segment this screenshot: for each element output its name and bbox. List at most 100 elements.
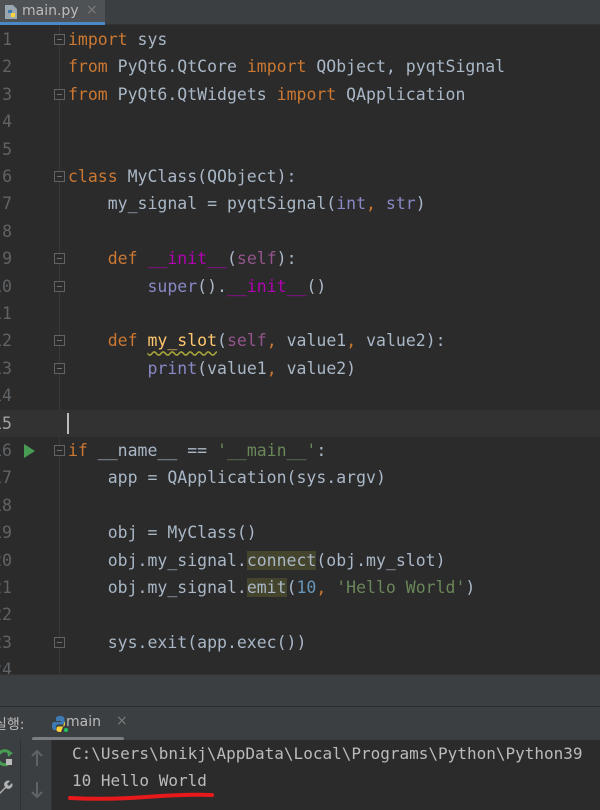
wrench-icon[interactable] xyxy=(0,778,14,796)
code-text: class MyClass(QObject): xyxy=(68,163,296,190)
run-tool-window-header: 실행: main × xyxy=(0,706,600,741)
code-text: app = QApplication(sys.argv) xyxy=(68,464,386,491)
code-text: obj.my_signal.connect(obj.my_slot) xyxy=(68,547,446,574)
line-number: 17 xyxy=(0,468,12,488)
code-line[interactable]: 19 obj = MyClass() xyxy=(0,519,600,546)
code-line[interactable]: 18 xyxy=(0,492,600,519)
code-line[interactable]: 1 import sys xyxy=(0,26,600,53)
code-line[interactable]: 22 xyxy=(0,601,600,628)
line-number: 12 xyxy=(0,331,12,351)
code-token: int xyxy=(336,194,367,214)
line-number: 6 xyxy=(2,167,12,186)
line-number: 13 xyxy=(0,358,12,378)
line-number: 11 xyxy=(0,304,12,323)
run-tab-close-icon[interactable]: × xyxy=(116,713,128,729)
code-line[interactable]: 12 def my_slot(self, value1, value2): xyxy=(0,327,600,354)
code-line[interactable]: 4 xyxy=(0,108,600,135)
code-token: print xyxy=(147,358,198,378)
line-number: 9 xyxy=(2,249,12,269)
rerun-icon[interactable] xyxy=(0,748,16,768)
code-line[interactable]: 10 super().__init__() xyxy=(0,273,600,300)
line-number: 8 xyxy=(2,221,12,241)
code-line[interactable]: 15 xyxy=(0,409,600,437)
line-number: 23 xyxy=(0,632,12,652)
run-gutter-icon[interactable] xyxy=(24,444,35,458)
code-line[interactable]: 8 xyxy=(0,218,600,245)
code-text: super().__init__() xyxy=(68,273,326,300)
code-editor[interactable]: 1 import sys 2 from PyQt6.QtCore import QOb… xyxy=(0,26,600,674)
red-annotation-underline xyxy=(68,792,214,801)
code-line[interactable]: 14 xyxy=(0,382,600,409)
code-token: str xyxy=(385,194,416,214)
code-line[interactable]: 20 obj.my_signal.connect(obj.my_slot) xyxy=(0,547,600,574)
code-token: import xyxy=(68,30,128,49)
code-token: obj.my_signal. xyxy=(68,550,247,570)
code-token: 'Hello World' xyxy=(336,578,466,597)
code-line[interactable]: 2 from PyQt6.QtCore import QObject, pyqtS… xyxy=(0,53,600,80)
code-token: def xyxy=(107,331,138,351)
line-number: 5 xyxy=(2,139,12,159)
code-token: obj = MyClass() xyxy=(68,523,257,543)
code-token: sys.exit(app.exec()) xyxy=(68,632,307,652)
fold-marker-icon[interactable] xyxy=(54,636,65,648)
code-line[interactable]: 7 my_signal = pyqtSignal(int, str) xyxy=(0,190,600,217)
code-token: value1 xyxy=(286,331,347,351)
console-output-path: C:\Users\bnikj\AppData\Local\Programs\Py… xyxy=(72,744,583,763)
fold-marker-icon[interactable] xyxy=(54,88,65,100)
code-token: sys xyxy=(127,30,168,49)
code-text: from PyQt6.QtWidgets import QApplication xyxy=(68,81,465,108)
console-toolbar xyxy=(0,740,20,810)
code-line[interactable]: 21 obj.my_signal.emit(10, 'Hello World') xyxy=(0,574,600,601)
code-line[interactable]: 3 from PyQt6.QtWidgets import QApplicatio… xyxy=(0,81,600,108)
code-token: super xyxy=(147,276,198,296)
fold-marker-icon[interactable] xyxy=(54,445,65,456)
fold-marker-icon[interactable] xyxy=(54,362,65,374)
code-token: , xyxy=(346,331,367,351)
arrow-up-icon[interactable] xyxy=(31,750,43,766)
line-number: 3 xyxy=(2,84,12,104)
code-token: def xyxy=(107,249,138,269)
console-scroll-toolbar xyxy=(20,740,52,810)
run-tab-main[interactable]: main × xyxy=(32,707,128,741)
fold-marker-icon[interactable] xyxy=(54,253,65,265)
code-token: MyClass(QObject): xyxy=(117,167,297,186)
code-token: () xyxy=(306,276,327,296)
code-line[interactable]: 17 app = QApplication(sys.argv) xyxy=(0,464,600,491)
code-line[interactable]: 23 sys.exit(app.exec()) xyxy=(0,629,600,656)
code-line[interactable]: 24 xyxy=(0,656,600,674)
code-line[interactable]: 11 xyxy=(0,300,600,327)
line-number: 20 xyxy=(0,550,12,570)
line-number: 18 xyxy=(0,495,12,515)
editor-bottom-bar xyxy=(0,674,600,706)
fold-marker-icon[interactable] xyxy=(54,280,65,292)
tab-close-icon[interactable]: × xyxy=(86,2,98,18)
line-number: 7 xyxy=(2,194,12,214)
code-token: __init__ xyxy=(147,249,227,269)
code-text: sys.exit(app.exec()) xyxy=(68,629,307,656)
code-token: app = QApplication(sys.argv) xyxy=(68,468,386,488)
code-line[interactable]: 16 if __name__ == '__main__': xyxy=(0,437,600,464)
fold-marker-icon[interactable] xyxy=(54,171,65,182)
code-token: __name__ == xyxy=(87,441,218,460)
code-line[interactable]: 5 xyxy=(0,136,600,163)
code-line[interactable]: 6 class MyClass(QObject): xyxy=(0,163,600,190)
code-token: my_slot xyxy=(147,331,218,351)
code-token: emit xyxy=(246,578,287,597)
active-tab-indicator xyxy=(0,22,105,25)
fold-marker-icon[interactable] xyxy=(54,34,65,45)
code-line[interactable]: 9 def __init__(self): xyxy=(0,245,600,272)
code-token: PyQt6.QtCore xyxy=(107,57,247,77)
arrow-down-icon[interactable] xyxy=(31,782,43,798)
code-line[interactable]: 13 print(value1, value2) xyxy=(0,355,600,382)
line-number: 16 xyxy=(0,441,12,460)
code-token: value2): xyxy=(366,331,446,351)
text-caret xyxy=(67,412,69,434)
python-file-icon xyxy=(5,5,17,19)
fold-marker-icon[interactable] xyxy=(54,335,65,347)
tab-main-py[interactable]: main.py × xyxy=(0,0,105,25)
code-text: obj.my_signal.emit(10, 'Hello World') xyxy=(68,574,475,601)
